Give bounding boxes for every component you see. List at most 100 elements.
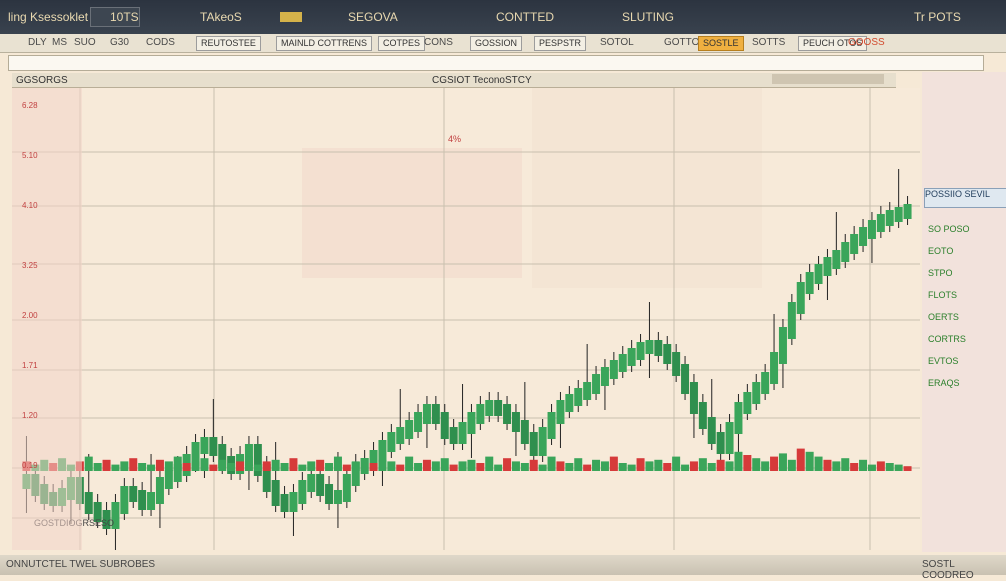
chart-area[interactable]: 4% GOSTDIOGRSESO xyxy=(12,88,920,553)
volume-bar xyxy=(316,459,325,471)
toolbar-item-10[interactable]: GOSSION xyxy=(470,36,523,51)
chart-title: CGSIOT TeconoSTCY xyxy=(432,75,532,86)
status-left: ONNUTCTEL TWEL SUBROBES xyxy=(6,559,156,570)
volume-bar xyxy=(850,463,859,471)
legend-right-box xyxy=(772,74,884,84)
volume-bar xyxy=(218,459,227,471)
tab-3[interactable]: SEGOVA xyxy=(348,10,398,24)
candle-body xyxy=(823,257,832,276)
candle-body xyxy=(164,470,173,489)
toolbar-item-12[interactable]: SOTOL xyxy=(600,37,634,48)
volume-bar xyxy=(200,458,209,471)
volume-bar xyxy=(209,464,218,471)
volume-bar xyxy=(414,463,423,471)
tab-6[interactable]: Tr POTS xyxy=(914,10,961,24)
candle-body xyxy=(307,474,316,492)
candle-body xyxy=(796,282,805,314)
volume-bar xyxy=(120,461,129,471)
volume-bar xyxy=(476,463,485,471)
volume-bar xyxy=(903,466,912,471)
candle-body xyxy=(529,432,538,456)
toolbar-item-2[interactable]: MS xyxy=(52,37,67,48)
candle-body xyxy=(645,340,654,354)
price-chart-svg[interactable]: 4% GOSTDIOGRSESO xyxy=(12,88,920,553)
toolbar-item-7[interactable]: MAINLD COTTRENS xyxy=(276,36,373,51)
toolbar-item-15[interactable]: SOTTS xyxy=(752,37,785,48)
candle-body xyxy=(476,404,485,424)
toolbar-item-1[interactable]: DLY xyxy=(28,37,47,48)
panel-row-5[interactable]: OERTS xyxy=(928,306,1006,328)
volume-bar xyxy=(796,448,805,471)
volume-bar xyxy=(155,459,164,471)
volume-bar xyxy=(859,459,868,471)
tab-2[interactable]: TAkeoS xyxy=(200,10,242,24)
volume-bar xyxy=(583,464,592,471)
volume-bar xyxy=(129,458,138,471)
toolbar-item-3[interactable]: SUO xyxy=(74,37,96,48)
volume-bar xyxy=(396,464,405,471)
volume-bar xyxy=(182,463,191,471)
candle-body xyxy=(743,392,752,414)
price-label-2: 5.10 xyxy=(22,151,38,160)
candle-body xyxy=(618,354,627,372)
candle-body xyxy=(565,394,574,412)
panel-row-2[interactable]: EOTO xyxy=(928,240,1006,262)
toolbar-item-14[interactable]: SOSTLE xyxy=(698,36,744,51)
volume-bar xyxy=(556,461,565,471)
url-bar[interactable] xyxy=(8,55,984,71)
tab-1[interactable]: 10TS xyxy=(110,10,139,24)
status-right: SOSTL COODREO xyxy=(922,559,974,581)
volume-bar xyxy=(360,458,369,471)
candle-body xyxy=(698,402,707,429)
volume-bar xyxy=(698,458,707,471)
candle-body xyxy=(689,382,698,414)
toolbar-item-5[interactable]: CODS xyxy=(146,37,175,48)
candle-body xyxy=(494,400,503,416)
candle-body xyxy=(716,432,725,454)
candle-body xyxy=(867,220,876,239)
chart-annotation: 4% xyxy=(448,134,461,144)
candle-body xyxy=(253,444,262,476)
panel-row-4[interactable]: FLOTS xyxy=(928,284,1006,306)
panel-row-8[interactable]: ERAQS xyxy=(928,372,1006,394)
volume-bar xyxy=(84,456,93,471)
panel-row-6[interactable]: CORTRS xyxy=(928,328,1006,350)
volume-bar xyxy=(191,461,200,471)
panel-row-3[interactable]: STPO xyxy=(928,262,1006,284)
tab-5[interactable]: SLUTING xyxy=(622,10,674,24)
volume-bar xyxy=(876,461,885,471)
panel-row-7[interactable]: EVTOS xyxy=(928,350,1006,372)
toolbar-item-17[interactable]: GOOSS xyxy=(848,37,885,48)
volume-bar xyxy=(351,461,360,471)
candle-body xyxy=(414,412,423,432)
candle-body xyxy=(289,492,298,512)
volume-bar xyxy=(138,463,147,471)
toolbar-item-6[interactable]: REUTOSTEE xyxy=(196,36,261,51)
panel-row-1[interactable]: SO POSO xyxy=(928,218,1006,240)
tab-4[interactable]: CONTTED xyxy=(496,10,554,24)
toolbar-item-8[interactable]: COTPES xyxy=(378,36,426,51)
toolbar-item-4[interactable]: G30 xyxy=(110,37,129,48)
volume-bar xyxy=(298,464,307,471)
candle-body xyxy=(458,422,467,444)
volume-bar xyxy=(227,463,236,471)
status-bar: ONNUTCTEL TWEL SUBROBES SOSTL COODREO xyxy=(0,555,1006,581)
legend-left: GGSORGS xyxy=(16,75,68,86)
volume-bar xyxy=(173,456,182,471)
candle-body xyxy=(707,417,716,444)
toolbar-item-9[interactable]: CONS xyxy=(424,37,453,48)
highlight-chip xyxy=(280,12,302,22)
volume-bar xyxy=(280,463,289,471)
volume-bar xyxy=(627,464,636,471)
toolbar-item-11[interactable]: PESPSTR xyxy=(534,36,587,51)
volume-bar xyxy=(681,464,690,471)
volume-bar xyxy=(387,461,396,471)
candle-body xyxy=(138,490,147,510)
volume-bar xyxy=(485,456,494,471)
candle-body xyxy=(761,372,770,394)
volume-bar xyxy=(645,461,654,471)
candle-body xyxy=(396,427,405,444)
candle-body xyxy=(325,484,334,504)
candle-body xyxy=(387,432,396,452)
volume-bar xyxy=(574,458,583,471)
